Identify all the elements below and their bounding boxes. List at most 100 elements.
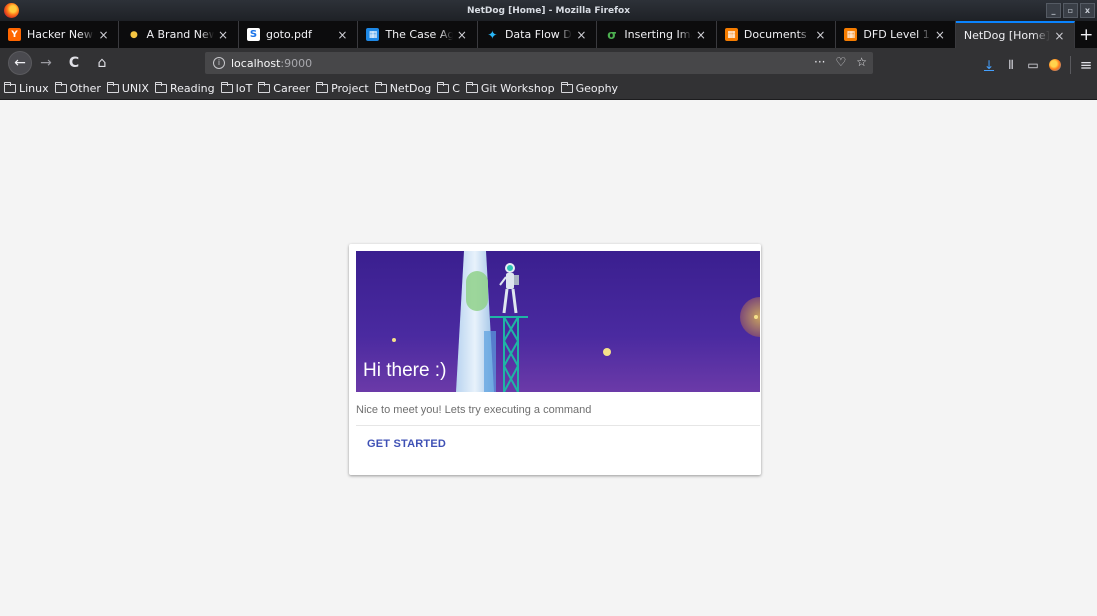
folder-icon: [106, 82, 119, 93]
download-icon[interactable]: ↓: [978, 52, 1000, 78]
dataflow-icon: ✦: [487, 27, 498, 42]
maximize-button[interactable]: ▫: [1063, 3, 1078, 18]
tab-label: Hacker News: [27, 28, 95, 41]
window-title: NetDog [Home] - Mozilla Firefox: [466, 5, 631, 16]
bookmark-label: Geophy: [575, 82, 619, 95]
bookmark-label: UNIX: [121, 82, 149, 95]
tab-netdog-home[interactable]: NetDog [Home] ×: [955, 21, 1076, 48]
get-started-button[interactable]: GET STARTED: [367, 438, 446, 450]
bookmark-other[interactable]: Other: [54, 82, 101, 95]
bookmark-geophy[interactable]: Geophy: [560, 82, 619, 95]
tab-close-icon[interactable]: ×: [455, 28, 469, 42]
folder-icon: [4, 82, 16, 93]
folder-icon: [220, 82, 233, 93]
folder-icon: [316, 82, 329, 93]
case-icon: ▦: [366, 28, 380, 41]
tab-hacker-news[interactable]: Y Hacker News ×: [0, 21, 120, 48]
bookmark-git-workshop[interactable]: Git Workshop: [465, 82, 555, 95]
bookmark-label: Linux: [19, 82, 49, 95]
folder-icon: [258, 82, 271, 93]
tab-dfd-level[interactable]: ▦ DFD Level 1 ×: [836, 21, 956, 48]
bookmark-label: C: [452, 82, 460, 95]
card-divider: [356, 425, 760, 426]
tab-close-icon[interactable]: ×: [335, 28, 349, 42]
tab-label: DFD Level 1: [863, 28, 930, 41]
folder-icon: [374, 82, 387, 93]
tab-label: The Case Ag: [385, 28, 453, 41]
documents-icon: ▦: [724, 28, 738, 41]
tab-close-icon[interactable]: ×: [1052, 29, 1066, 43]
inserting-icon: σ: [607, 27, 617, 42]
tab-label: A Brand New: [146, 28, 214, 41]
bookmark-iot[interactable]: IoT: [220, 82, 253, 95]
bookmark-unix[interactable]: UNIX: [106, 82, 149, 95]
bookmarks-bar: Linux Other UNIX Reading IoT Career Proj…: [0, 78, 1097, 100]
tab-case-against[interactable]: ▦ The Case Ag ×: [358, 21, 478, 48]
bookmark-project[interactable]: Project: [316, 82, 369, 95]
tab-close-icon[interactable]: ×: [574, 28, 588, 42]
card-title: Hi there :): [363, 360, 447, 381]
toolbar-right: ↓ ⫴ ▭ ≡: [978, 52, 1097, 78]
folder-icon: [154, 82, 167, 93]
new-tab-button[interactable]: +: [1075, 21, 1097, 48]
pocket-icon[interactable]: ♡: [835, 55, 846, 69]
bookmark-label: IoT: [235, 82, 253, 95]
firefox-logo-icon: [4, 3, 19, 18]
page-content: Hi there :) Nice to meet you! Lets try e…: [0, 101, 1097, 616]
tab-brand-new[interactable]: ● A Brand New ×: [119, 21, 239, 48]
bookmark-career[interactable]: Career: [258, 82, 310, 95]
bookmark-label: Career: [273, 82, 311, 95]
url-bar[interactable]: i localhost :9000 ··· ♡ ☆: [205, 52, 873, 74]
bookmark-star-icon[interactable]: ☆: [856, 55, 867, 69]
tab-goto-pdf[interactable]: S goto.pdf ×: [239, 21, 359, 48]
page-actions-menu-icon[interactable]: ···: [814, 55, 825, 69]
tab-label: Data Flow Di: [504, 28, 573, 41]
tab-label: Documents: [743, 28, 807, 41]
url-port: :9000: [280, 56, 313, 70]
back-button[interactable]: ←: [8, 51, 32, 75]
tab-close-icon[interactable]: ×: [216, 28, 230, 42]
forward-button[interactable]: →: [32, 50, 60, 76]
menu-icon[interactable]: ≡: [1075, 52, 1097, 78]
bookmark-label: NetDog: [389, 82, 432, 95]
lightbulb-icon: ●: [130, 29, 138, 40]
sidebar-icon[interactable]: ▭: [1022, 52, 1044, 78]
tab-close-icon[interactable]: ×: [813, 28, 827, 42]
bookmark-label: Git Workshop: [480, 82, 555, 95]
bookmark-netdog[interactable]: NetDog: [374, 82, 432, 95]
window-titlebar: NetDog [Home] - Mozilla Firefox _ ▫ x: [0, 0, 1097, 21]
home-button[interactable]: ⌂: [88, 50, 116, 76]
tab-close-icon[interactable]: ×: [96, 28, 110, 42]
toolbar-separator: [1070, 56, 1071, 74]
close-window-button[interactable]: x: [1080, 3, 1095, 18]
site-info-icon[interactable]: i: [213, 57, 225, 69]
nav-bar: ← → C ⌂ i localhost :9000 ··· ♡ ☆ ↓ ⫴ ▭ …: [0, 48, 1097, 78]
bookmark-label: Project: [331, 82, 369, 95]
folder-icon: [465, 82, 478, 93]
welcome-card: Hi there :) Nice to meet you! Lets try e…: [349, 244, 761, 475]
hacker-news-icon: Y: [8, 28, 21, 41]
tab-data-flow[interactable]: ✦ Data Flow Di ×: [478, 21, 598, 48]
extension-icon[interactable]: [1044, 52, 1066, 78]
window-controls: _ ▫ x: [1046, 3, 1095, 18]
tab-close-icon[interactable]: ×: [933, 28, 947, 42]
folder-icon: [437, 82, 450, 93]
card-media: Hi there :): [356, 251, 760, 392]
bookmark-c[interactable]: C: [437, 82, 460, 95]
tab-close-icon[interactable]: ×: [694, 28, 708, 42]
page-actions: ··· ♡ ☆: [814, 55, 867, 69]
tab-inserting-images[interactable]: σ Inserting Ima ×: [597, 21, 717, 48]
tab-label: NetDog [Home]: [963, 29, 1050, 42]
dfd-icon: ▦: [844, 28, 858, 41]
library-icon[interactable]: ⫴: [1000, 52, 1022, 78]
folder-icon: [560, 82, 573, 93]
reload-button[interactable]: C: [60, 50, 88, 76]
bookmark-reading[interactable]: Reading: [154, 82, 215, 95]
tab-label: Inserting Ima: [624, 28, 692, 41]
bookmark-linux[interactable]: Linux: [4, 82, 49, 95]
tab-documents[interactable]: ▦ Documents ×: [717, 21, 837, 48]
minimize-button[interactable]: _: [1046, 3, 1061, 18]
card-supporting-text: Nice to meet you! Lets try executing a c…: [356, 404, 592, 416]
url-host: localhost: [231, 56, 281, 70]
bookmark-label: Other: [69, 82, 101, 95]
